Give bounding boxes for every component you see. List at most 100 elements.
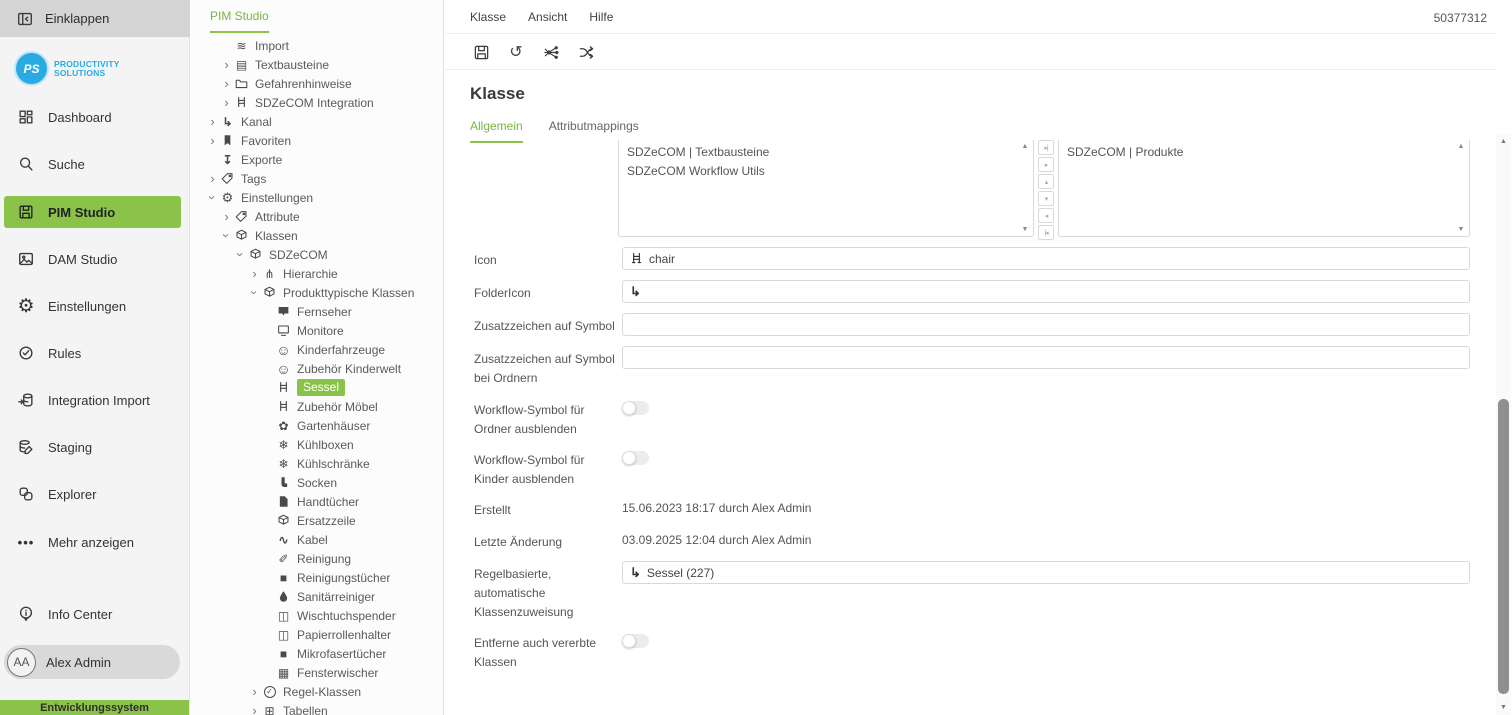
tree-item-sdzecom-integration[interactable]: ›SDZeCOM Integration — [191, 93, 429, 112]
tree-item-k-hlschr-nke[interactable]: ❄Kühlschränke — [191, 454, 429, 473]
scroll-up-icon[interactable]: ▲ — [1019, 143, 1031, 150]
tree-item-produkttypische-klassen[interactable]: ›Produkttypische Klassen — [191, 283, 429, 302]
save-icon[interactable] — [470, 41, 492, 63]
expander-icon[interactable]: › — [219, 96, 234, 109]
expander-icon[interactable]: › — [205, 172, 220, 185]
expander-icon[interactable]: › — [248, 285, 261, 300]
tree-item-kabel[interactable]: ∿Kabel — [191, 530, 429, 549]
tree-item-handt-cher[interactable]: Handtücher — [191, 492, 429, 511]
menu-ansicht[interactable]: Ansicht — [528, 10, 567, 24]
tree-item-regel-klassen[interactable]: ›✓Regel-Klassen — [191, 682, 429, 701]
tree-item-socken[interactable]: Socken — [191, 473, 429, 492]
sidebar-item-dam-studio[interactable]: DAM Studio — [4, 243, 181, 275]
tree-item-tags[interactable]: ›Tags — [191, 169, 429, 188]
expander-icon[interactable]: › — [205, 134, 220, 147]
tree-item-sdzecom[interactable]: ›SDZeCOM — [191, 245, 429, 264]
list-item[interactable]: SDZeCOM | Produkte — [1059, 143, 1453, 162]
expander-icon[interactable]: › — [219, 77, 234, 90]
sidebar-item-einstellungen[interactable]: ⚙ Einstellungen — [4, 290, 181, 322]
tree-item-zubeh-r-kinderwelt[interactable]: ☺Zubehör Kinderwelt — [191, 359, 429, 378]
undo-icon[interactable]: ↺ — [505, 41, 527, 63]
assigned-left-listbox[interactable]: SDZeCOM | TextbausteineSDZeCOM Workflow … — [618, 140, 1034, 237]
list-item[interactable]: SDZeCOM Workflow Utils — [619, 162, 1017, 181]
move-all-left-button[interactable]: |◂ — [1038, 225, 1054, 240]
tree-item-favoriten[interactable]: ›Favoriten — [191, 131, 429, 150]
expander-icon[interactable]: › — [219, 210, 234, 223]
hide-workflow-children-toggle[interactable] — [622, 451, 649, 465]
tree-item-import[interactable]: ≋Import — [191, 36, 429, 55]
expander-icon[interactable]: › — [219, 58, 234, 71]
tree-item-gefahrenhinweise[interactable]: ›Gefahrenhinweise — [191, 74, 429, 93]
tree-item-mikrofasert-cher[interactable]: ■Mikrofasertücher — [191, 644, 429, 663]
move-left-button[interactable]: ◂ — [1038, 208, 1054, 223]
tree-item-hierarchie[interactable]: ›⋔Hierarchie — [191, 264, 429, 283]
tree-item-zubeh-r-m-bel[interactable]: Zubehör Möbel — [191, 397, 429, 416]
tree-item-k-hlboxen[interactable]: ❄Kühlboxen — [191, 435, 429, 454]
move-up-button[interactable]: ▴ — [1038, 174, 1054, 189]
scroll-up-icon[interactable]: ▲ — [1496, 138, 1511, 145]
assigned-right-listbox[interactable]: SDZeCOM | Produkte ▲▼ — [1058, 140, 1470, 237]
menu-hilfe[interactable]: Hilfe — [589, 10, 613, 24]
tree-item-gartenh-user[interactable]: ✿Gartenhäuser — [191, 416, 429, 435]
tree-item-kinderfahrzeuge[interactable]: ☺Kinderfahrzeuge — [191, 340, 429, 359]
tree-item-klassen[interactable]: ›Klassen — [191, 226, 429, 245]
tree-item-reinigung[interactable]: ✐Reinigung — [191, 549, 429, 568]
scroll-up-icon[interactable]: ▲ — [1455, 143, 1467, 150]
sidebar-item-pim-studio[interactable]: PIM Studio — [4, 196, 181, 228]
tree-item-fensterwischer[interactable]: ▦Fensterwischer — [191, 663, 429, 682]
hide-workflow-folder-toggle[interactable] — [622, 401, 649, 415]
tree-item-papierrollenhalter[interactable]: ◫Papierrollenhalter — [191, 625, 429, 644]
expander-icon[interactable]: › — [247, 267, 262, 280]
sidebar-item-dashboard[interactable]: Dashboard — [4, 101, 181, 133]
symbol-suffix-field[interactable] — [622, 313, 1470, 336]
move-right-button[interactable]: ▸ — [1038, 157, 1054, 172]
listbox-scrollbar[interactable]: ▲▼ — [1019, 142, 1031, 234]
tree-item-tabellen[interactable]: ›⊞Tabellen — [191, 701, 429, 715]
scroll-down-icon[interactable]: ▼ — [1496, 704, 1511, 711]
remove-inherited-toggle[interactable] — [622, 634, 649, 648]
foldericon-field[interactable]: ↳ — [622, 280, 1470, 303]
tree-item-monitore[interactable]: Monitore — [191, 321, 429, 340]
tree-item-attribute[interactable]: ›Attribute — [191, 207, 429, 226]
sidebar-item-integration-import[interactable]: Integration Import — [4, 384, 181, 416]
expander-icon[interactable]: › — [234, 247, 247, 262]
move-down-button[interactable]: ▾ — [1038, 191, 1054, 206]
tree-item-textbausteine[interactable]: ›▤Textbausteine — [191, 55, 429, 74]
symbol-suffix-folders-field[interactable] — [622, 346, 1470, 369]
sidebar-item-info-center[interactable]: Info Center — [4, 598, 181, 630]
sidebar-item-staging[interactable]: Staging — [4, 431, 181, 463]
merge-nodes-icon[interactable] — [540, 41, 562, 63]
tree-item-einstellungen[interactable]: ›⚙Einstellungen — [191, 188, 429, 207]
expander-icon[interactable]: › — [205, 115, 220, 128]
expander-icon[interactable]: › — [206, 190, 219, 205]
tree-item-sessel[interactable]: Sessel — [191, 378, 429, 397]
tree-item-ersatzzeile[interactable]: Ersatzzeile — [191, 511, 429, 530]
expander-icon[interactable]: › — [247, 704, 262, 715]
list-item[interactable]: SDZeCOM | Textbausteine — [619, 143, 1017, 162]
user-menu[interactable]: AA Alex Admin — [4, 645, 180, 679]
tree-item-wischtuchspender[interactable]: ◫Wischtuchspender — [191, 606, 429, 625]
sidebar-item-explorer[interactable]: Explorer — [4, 478, 181, 510]
move-all-right-button[interactable]: ▸| — [1038, 140, 1054, 155]
listbox-scrollbar[interactable]: ▲▼ — [1455, 142, 1467, 234]
menu-klasse[interactable]: Klasse — [470, 10, 506, 24]
main-scrollbar-thumb[interactable] — [1498, 399, 1509, 694]
tree-item-reinigungst-cher[interactable]: ■Reinigungstücher — [191, 568, 429, 587]
sidebar-item-mehr-anzeigen[interactable]: ••• Mehr anzeigen — [4, 526, 181, 558]
tab-pim-studio[interactable]: PIM Studio — [210, 9, 269, 33]
icon-field[interactable]: chair — [622, 247, 1470, 270]
expander-icon[interactable]: › — [220, 228, 233, 243]
tree-item-exporte[interactable]: ↧Exporte — [191, 150, 429, 169]
sidebar-item-suche[interactable]: Suche — [4, 148, 181, 180]
collapse-sidebar-button[interactable]: Einklappen — [0, 0, 190, 37]
tree-item-sanit-rreiniger[interactable]: Sanitärreiniger — [191, 587, 429, 606]
tree-item-kanal[interactable]: ›↳Kanal — [191, 112, 429, 131]
expander-icon[interactable]: › — [247, 685, 262, 698]
rule-assignment-field[interactable]: ↳ Sessel (227) — [622, 561, 1470, 584]
sidebar-item-rules[interactable]: Rules — [4, 337, 181, 369]
shuffle-icon[interactable] — [575, 41, 597, 63]
main-scrollbar[interactable]: ▲ ▼ — [1496, 134, 1511, 715]
tree-item-fernseher[interactable]: Fernseher — [191, 302, 429, 321]
scroll-down-icon[interactable]: ▼ — [1455, 226, 1467, 233]
scroll-down-icon[interactable]: ▼ — [1019, 226, 1031, 233]
